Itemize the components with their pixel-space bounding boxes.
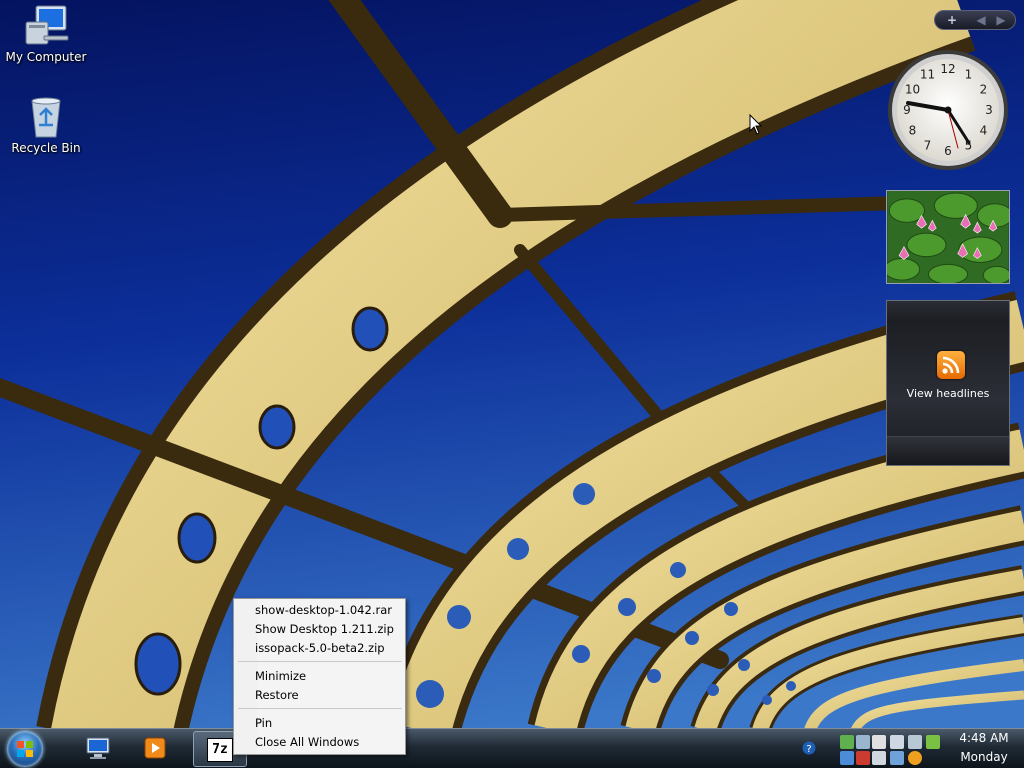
menu-item-pin[interactable]: Pin	[255, 714, 401, 732]
menu-separator	[238, 708, 402, 709]
clock-hour-number: 6	[944, 144, 952, 158]
show-desktop-icon[interactable]	[84, 734, 112, 762]
media-player-icon[interactable]	[141, 734, 169, 762]
clock-hour-number: 12	[940, 62, 955, 76]
computer-icon	[25, 5, 69, 45]
recycle-bin-icon	[31, 97, 61, 138]
previous-page-button[interactable]: ◀	[973, 11, 989, 29]
clock-hour-number: 11	[920, 68, 935, 82]
feed-headlines-gadget[interactable]: View headlines	[886, 300, 1010, 466]
display-icon[interactable]	[890, 735, 904, 749]
clock-hour-number: 10	[905, 83, 920, 97]
gadget-footer	[887, 436, 1009, 465]
wallpaper-image	[0, 0, 1024, 768]
clock-hour-number: 4	[980, 124, 988, 138]
clock-gadget[interactable]: 12 1234567891011	[886, 48, 1010, 172]
security-icon[interactable]	[872, 735, 886, 749]
menu-item-minimize[interactable]: Minimize	[255, 667, 401, 685]
mouse-pointer-icon	[749, 114, 763, 135]
7zip-icon: 7z	[207, 738, 233, 762]
windows-logo-icon	[17, 741, 33, 757]
notification-area: ?	[796, 731, 946, 767]
menu-item-recent-file[interactable]: issopack-5.0-beta2.zip	[255, 639, 401, 657]
clock-day[interactable]: Monday	[952, 750, 1016, 764]
recycle-bin-label: Recycle Bin	[11, 141, 81, 155]
menu-item-restore[interactable]: Restore	[255, 686, 401, 704]
keyboard-icon[interactable]	[872, 751, 886, 765]
volume-icon[interactable]	[856, 735, 870, 749]
monitor-icon[interactable]	[890, 751, 904, 765]
battery-icon[interactable]	[840, 751, 854, 765]
disconnected-icon[interactable]	[856, 751, 870, 765]
search-icon[interactable]	[908, 751, 922, 765]
printer-icon[interactable]	[908, 735, 922, 749]
view-headlines-link[interactable]: View headlines	[887, 387, 1009, 400]
menu-item-recent-file[interactable]: show-desktop-1.042.rar	[255, 601, 401, 619]
clock-hour-number: 2	[980, 83, 988, 97]
help-icon[interactable]: ?	[802, 741, 816, 755]
menu-separator	[238, 661, 402, 662]
taskbar: 7z ? 4:48 AM Monday	[0, 728, 1024, 768]
menu-item-recent-file[interactable]: Show Desktop 1.211.zip	[255, 620, 401, 638]
my-computer-label: My Computer	[5, 50, 87, 64]
sidebar-controls: + ◀ ▶	[934, 10, 1016, 30]
add-gadget-button[interactable]: +	[939, 11, 965, 29]
my-computer-desktop-icon[interactable]: My Computer	[0, 4, 92, 64]
network-icon[interactable]	[840, 735, 854, 749]
clock-hour-number: 7	[924, 139, 932, 153]
clock-hour-number: 1	[965, 68, 973, 82]
slideshow-gadget[interactable]	[886, 190, 1010, 284]
clock-hour-number: 8	[909, 124, 917, 138]
clock-hour-number: 3	[985, 103, 993, 117]
recycle-bin-desktop-icon[interactable]: Recycle Bin	[0, 95, 92, 155]
next-page-button[interactable]: ▶	[993, 11, 1009, 29]
update-icon[interactable]	[926, 735, 940, 749]
svg-text:?: ?	[806, 744, 811, 755]
desktop[interactable]: My Computer Recycle Bin + ◀ ▶ 12 1 2 3 4 5 6 7 8…	[0, 0, 1024, 768]
clock-time[interactable]: 4:48 AM	[952, 731, 1016, 745]
taskbar-context-menu: show-desktop-1.042.rar Show Desktop 1.21…	[233, 598, 406, 755]
start-button[interactable]	[7, 731, 43, 767]
menu-item-close-all-windows[interactable]: Close All Windows	[255, 733, 401, 751]
rss-icon	[937, 351, 965, 379]
